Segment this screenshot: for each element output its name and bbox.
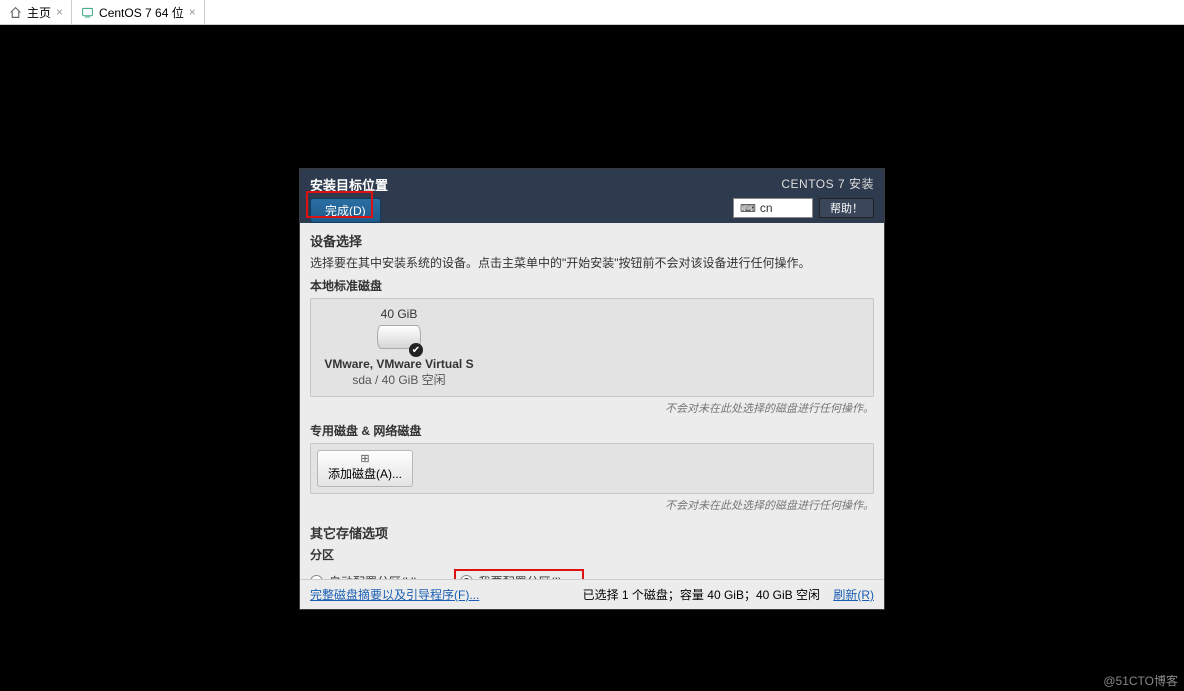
tab-vm[interactable]: CentOS 7 64 位 ×: [72, 0, 205, 24]
installer-window: 安装目标位置 完成(D) CENTOS 7 安装 ⌨ cn 帮助！ 设备选择 选…: [300, 169, 884, 609]
refresh-link[interactable]: 刷新(R): [833, 588, 874, 602]
local-disks-heading: 本地标准磁盘: [310, 277, 874, 294]
installer-footer: 完整磁盘摘要以及引导程序(F)... 已选择 1 个磁盘；容量 40 GiB；4…: [300, 579, 884, 609]
device-select-desc: 选择要在其中安装系统的设备。点击主菜单中的"开始安装"按钮前不会对该设备进行任何…: [310, 254, 874, 271]
keyboard-value: cn: [760, 201, 773, 215]
device-select-heading: 设备选择: [310, 231, 874, 250]
disk-size: 40 GiB: [319, 307, 479, 321]
disk-meta: sda / 40 GiB 空闲: [319, 371, 479, 388]
special-disks-heading: 专用磁盘 & 网络磁盘: [310, 422, 874, 439]
done-button[interactable]: 完成(D): [310, 198, 381, 223]
plus-icon: ⊞: [360, 454, 369, 465]
vm-display: 安装目标位置 完成(D) CENTOS 7 安装 ⌨ cn 帮助！ 设备选择 选…: [0, 25, 1184, 691]
tab-label: 主页: [27, 4, 51, 21]
keyboard-layout-selector[interactable]: ⌨ cn: [733, 198, 813, 218]
radio-manual-partition[interactable]: [460, 575, 473, 579]
footer-right: 已选择 1 个磁盘；容量 40 GiB；40 GiB 空闲 刷新(R): [583, 586, 874, 603]
special-disks-box: ⊞ 添加磁盘(A)...: [310, 443, 874, 494]
highlight-box: 我要配置分区(I)。: [454, 569, 584, 579]
watermark: @51CTO博客: [1103, 672, 1178, 689]
partition-heading: 分区: [310, 546, 874, 563]
tab-label: CentOS 7 64 位: [99, 4, 184, 21]
untouched-note: 不会对未在此处选择的磁盘进行任何操作。: [310, 400, 874, 416]
disk-name: VMware, VMware Virtual S: [319, 357, 479, 371]
close-icon[interactable]: ×: [189, 6, 196, 18]
close-icon[interactable]: ×: [56, 6, 63, 18]
disk-item[interactable]: 40 GiB ✔ VMware, VMware Virtual S sda / …: [319, 307, 479, 388]
tab-bar: 主页 × CentOS 7 64 位 ×: [0, 0, 1184, 25]
help-button[interactable]: 帮助！: [819, 198, 874, 218]
check-icon: ✔: [409, 343, 423, 357]
untouched-note: 不会对未在此处选择的磁盘进行任何操作。: [310, 497, 874, 513]
add-disk-button[interactable]: ⊞ 添加磁盘(A)...: [317, 450, 413, 487]
disk-status: 已选择 1 个磁盘；容量 40 GiB；40 GiB 空闲: [583, 588, 820, 602]
installer-body: 设备选择 选择要在其中安装系统的设备。点击主菜单中的"开始安装"按钮前不会对该设…: [300, 223, 884, 579]
add-disk-label: 添加磁盘(A)...: [328, 465, 402, 482]
disk-icon: ✔: [377, 325, 421, 353]
home-icon: [8, 5, 22, 19]
vm-icon: [80, 5, 94, 19]
keyboard-icon: ⌨: [740, 202, 756, 215]
radio-auto-partition[interactable]: [310, 575, 323, 579]
other-options-heading: 其它存储选项: [310, 523, 874, 542]
tab-home[interactable]: 主页 ×: [0, 0, 72, 24]
disk-summary-link[interactable]: 完整磁盘摘要以及引导程序(F)...: [310, 586, 479, 603]
radio-auto-label: 自动配置分区(U)。: [329, 573, 430, 579]
local-disks-box: 40 GiB ✔ VMware, VMware Virtual S sda / …: [310, 298, 874, 397]
installer-header: 安装目标位置 完成(D) CENTOS 7 安装 ⌨ cn 帮助！: [300, 169, 884, 223]
partition-radio-row: 自动配置分区(U)。 我要配置分区(I)。: [310, 569, 874, 579]
radio-manual-label: 我要配置分区(I)。: [479, 573, 574, 579]
product-label: CENTOS 7 安装: [733, 175, 874, 192]
